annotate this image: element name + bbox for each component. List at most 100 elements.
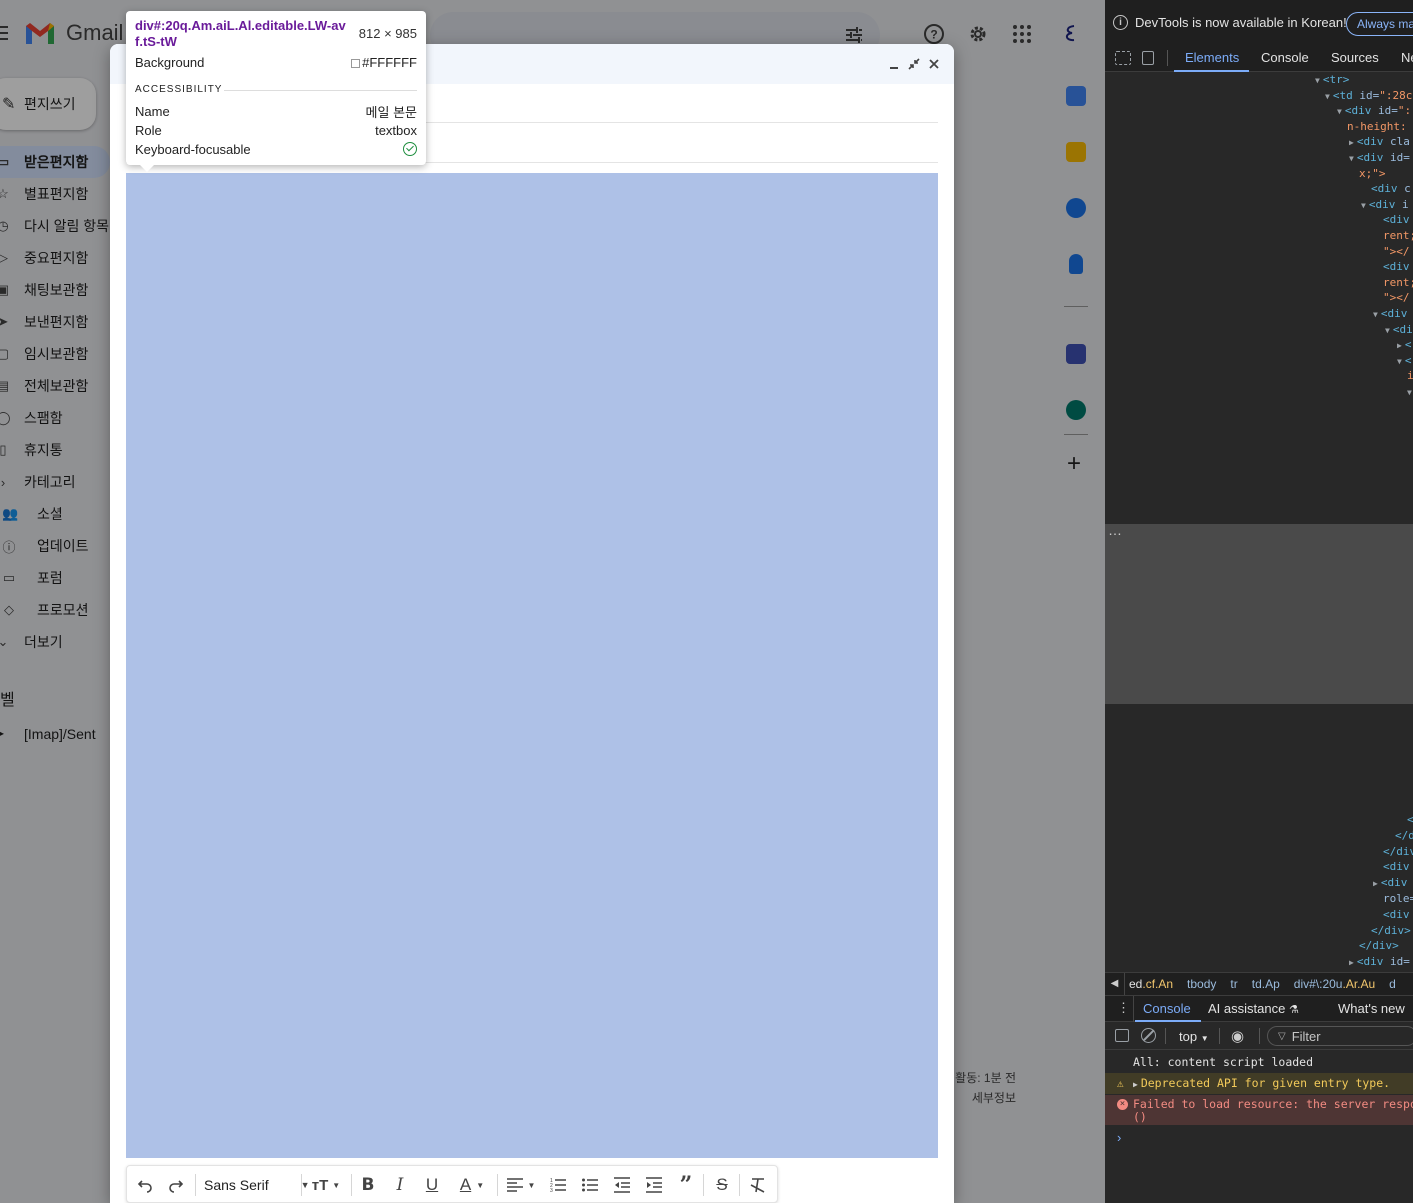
sidebar-item-chats[interactable]: ▣ 채팅보관함 [0,274,110,306]
sidebar-item-snoozed[interactable]: ◷ 다시 알림 항목 [0,210,110,242]
remove-formatting-icon[interactable] [749,1172,767,1198]
main-menu-icon[interactable] [0,26,8,44]
sidebar-item-promotions[interactable]: ◇ 프로모션 [0,594,110,626]
drawer-tab-ai-assistance[interactable]: AI assistance ⚗ [1208,1001,1299,1016]
calendar-icon[interactable] [1066,86,1086,106]
sidebar-item-forums[interactable]: ▭ 포럼 [0,562,110,594]
search-options-icon[interactable] [844,25,864,45]
numbered-list-icon[interactable]: 123 [549,1172,567,1198]
dom-node[interactable]: ▼ [1407,384,1413,401]
dom-node[interactable]: ▼ < [1397,353,1411,370]
sidebar-item-updates[interactable]: ⓘ 업데이트 [0,530,110,562]
dom-node[interactable]: ▼ <div i [1361,197,1409,214]
sidebar-item-more[interactable]: ⌄ 더보기 [0,626,110,658]
sidebar-toggle-icon[interactable] [1115,1029,1129,1042]
sidebar-label-imap-sent[interactable]: ▸ [Imap]/Sent [0,722,110,748]
add-icon[interactable]: + [1067,450,1081,478]
dom-tree[interactable]: ▼ <tr> ▼ <td id=":28c ▼ <div id=": n-height… [1105,72,1413,524]
sidebar-item-starred[interactable]: ☆ 별표편지함 [0,178,110,210]
sidebar-item-inbox[interactable]: ▭ 받은편지함 [0,146,110,178]
apps-grid-icon[interactable] [1010,22,1034,46]
expand-arrow-icon[interactable]: ▶ [1133,1080,1138,1089]
help-icon[interactable]: ? [922,22,946,46]
sidebar-item-all-mail[interactable]: ▤ 전체보관함 [0,370,110,402]
sidebar-item-important[interactable]: ▷ 중요편지함 [0,242,110,274]
dom-node[interactable]: ▼ <di [1385,322,1413,339]
settings-gear-icon[interactable] [966,22,990,46]
dom-node[interactable]: <div c [1371,181,1411,197]
dom-node[interactable]: ▼ <div id= [1349,150,1410,167]
scroll-left-icon[interactable]: ◀ [1105,973,1125,995]
align-icon[interactable]: ▼ [505,1172,537,1198]
account-avatar-icon[interactable] [1058,22,1082,46]
indent-less-icon[interactable] [613,1172,631,1198]
drawer-tab-whats-new[interactable]: What's new [1338,1001,1405,1016]
sidebar-item-categories[interactable]: › 카테고리 [0,466,110,498]
tab-network[interactable]: Ne [1401,50,1413,65]
minimize-icon[interactable] [884,54,904,74]
dom-node[interactable]: <div [1383,859,1410,875]
dom-node[interactable]: ▶ <div id= [1349,954,1410,971]
breadcrumb-item[interactable]: tbody [1187,977,1216,991]
close-icon[interactable] [924,54,944,74]
dom-node[interactable]: <div [1383,907,1410,923]
bulleted-list-icon[interactable] [581,1172,599,1198]
clear-console-icon[interactable] [1141,1028,1156,1043]
dom-node[interactable]: ▶ < [1397,337,1411,354]
strikethrough-icon[interactable]: S [713,1172,731,1198]
dom-node[interactable]: ▼ <tr> [1315,72,1349,89]
sidebar-item-drafts[interactable]: ▢ 임시보관함 [0,338,110,370]
details-link[interactable]: 세부정보 [950,1088,1016,1108]
sidebar-item-trash[interactable]: ▯ 휴지통 [0,434,110,466]
drawer-tab-console[interactable]: Console [1143,1001,1191,1016]
sidebar-item-sent[interactable]: ➤ 보낸편지함 [0,306,110,338]
dom-node[interactable]: <div [1383,212,1410,228]
sidebar-item-social[interactable]: 👥 소셜 [0,498,110,530]
contacts-icon[interactable] [1069,254,1083,274]
dom-node[interactable]: ▼ <div id=": [1337,103,1411,120]
message-body-editor[interactable] [126,173,938,1158]
device-toolbar-icon[interactable] [1142,51,1154,65]
exit-fullscreen-icon[interactable] [904,54,924,74]
tab-elements[interactable]: Elements [1185,50,1239,65]
text-color-icon[interactable]: A ▼ [455,1172,489,1198]
filter-input[interactable]: ▽ Filter [1267,1026,1413,1046]
dom-node[interactable]: <div [1383,259,1410,275]
breadcrumb-item[interactable]: td.Ap [1252,977,1280,991]
underline-icon[interactable]: U [423,1172,441,1198]
dom-node[interactable]: ▼ <td id=":28c [1325,88,1412,105]
breadcrumb-item[interactable]: div#\:20u.Ar.Au [1294,977,1375,991]
console-message-error[interactable]: × Failed to load resource: the server re… [1105,1095,1413,1125]
always-match-language-button[interactable]: Always ma [1346,12,1413,36]
compose-button[interactable]: ✎ 편지쓰기 [0,78,96,130]
dom-node[interactable]: ▼ <div [1373,306,1407,323]
inspect-element-icon[interactable] [1115,51,1131,65]
font-size-icon[interactable]: тT ▼ [309,1172,343,1198]
drawer-menu-icon[interactable]: ⋮ [1117,1000,1130,1016]
selected-dom-node[interactable] [1105,524,1413,704]
sidebar-item-spam[interactable]: ◯ 스팸함 [0,402,110,434]
quote-icon[interactable]: ” [677,1172,695,1198]
bold-icon[interactable]: B [359,1172,377,1198]
context-select[interactable]: top ▼ [1179,1029,1209,1044]
italic-icon[interactable]: I [391,1172,409,1198]
font-family-select[interactable]: Sans Serif ▼ [204,1172,310,1198]
keep-icon[interactable] [1066,142,1086,162]
undo-icon[interactable] [135,1172,155,1198]
breadcrumb-item[interactable]: d [1389,977,1396,991]
eye-icon[interactable]: ◉ [1231,1027,1244,1045]
tasks-icon[interactable] [1066,198,1086,218]
webex-icon[interactable] [1066,400,1086,420]
console-prompt-icon[interactable]: › [1117,1130,1121,1145]
breadcrumb-item[interactable]: ed.cf.An [1129,977,1173,991]
breadcrumb-item[interactable]: tr [1230,977,1237,991]
indent-more-icon[interactable] [645,1172,663,1198]
more-options-icon[interactable]: … [1108,522,1122,538]
console-message-warning[interactable]: ⚠ ▶ Deprecated API for given entry type. [1105,1073,1413,1094]
dom-node[interactable]: ▶ <div [1373,875,1407,892]
redo-icon[interactable] [166,1172,186,1198]
gmail-logo[interactable]: Gmail [24,20,123,46]
tab-console[interactable]: Console [1261,50,1309,65]
meet-icon[interactable] [1066,344,1086,364]
dom-node[interactable]: ▶ <div cla [1349,134,1410,151]
